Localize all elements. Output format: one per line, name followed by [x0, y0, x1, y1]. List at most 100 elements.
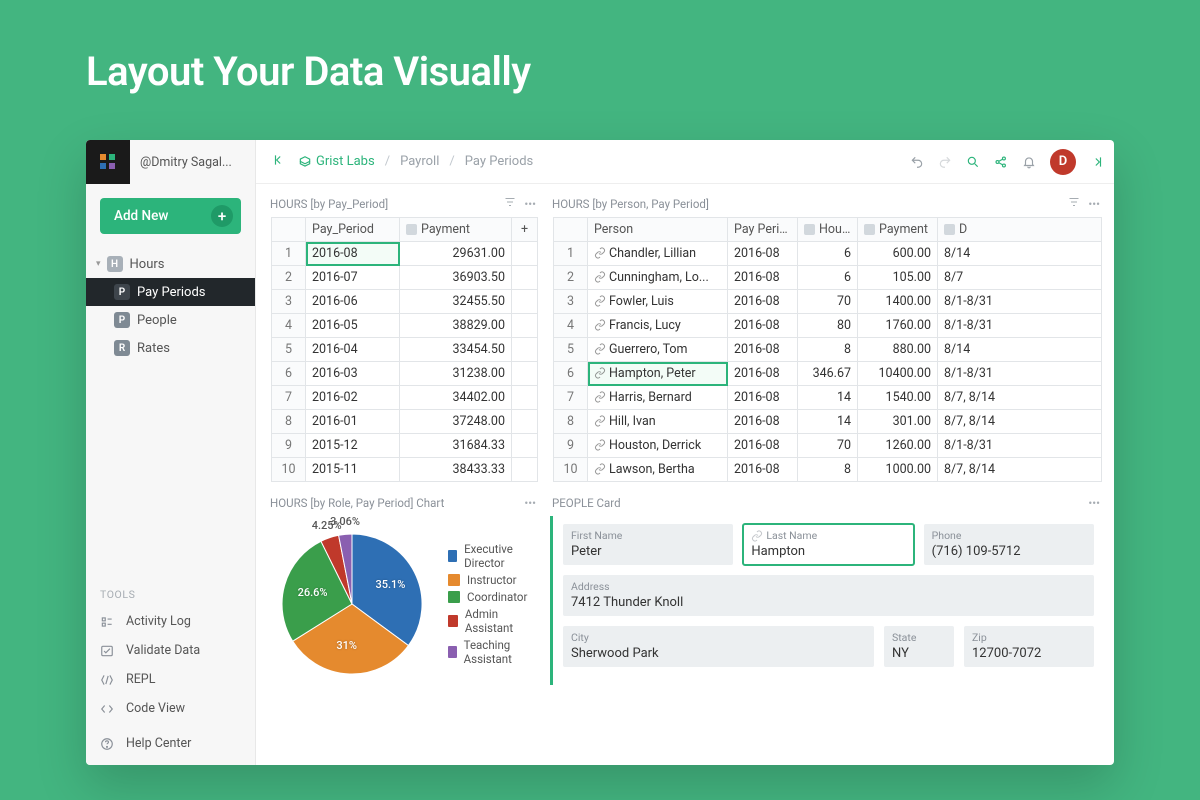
cell-payment[interactable]: 38433.33 [400, 458, 512, 482]
cell-hours[interactable]: 346.67 [798, 362, 858, 386]
cell-payment[interactable]: 1000.00 [858, 458, 938, 482]
cell-payment[interactable]: 1260.00 [858, 434, 938, 458]
table-row[interactable]: 82016-0137248.00 [272, 410, 538, 434]
cell-period[interactable]: 2016-05 [306, 314, 400, 338]
cell-hours[interactable]: 80 [798, 314, 858, 338]
cell-person[interactable]: Fowler, Luis [588, 290, 728, 314]
table-row[interactable]: 92015-1231684.33 [272, 434, 538, 458]
cell-hours[interactable]: 8 [798, 338, 858, 362]
cell-period[interactable]: 2016-06 [306, 290, 400, 314]
col-pay-period[interactable]: Pay_Period [306, 218, 400, 242]
cell-period[interactable]: 2016-08 [728, 434, 798, 458]
cell-period[interactable]: 2015-11 [306, 458, 400, 482]
cell-person[interactable]: Chandler, Lillian [588, 242, 728, 266]
cell-period[interactable]: 2016-08 [306, 242, 400, 266]
cell-dates[interactable]: 8/7, 8/14 [938, 386, 1102, 410]
cell-period[interactable]: 2016-08 [728, 362, 798, 386]
table-row[interactable]: 12016-0829631.00 [272, 242, 538, 266]
bell-icon[interactable] [1022, 155, 1036, 169]
cell-person[interactable]: Harris, Bernard [588, 386, 728, 410]
collapse-left-icon[interactable] [266, 149, 292, 175]
tool-validate-data[interactable]: Validate Data [86, 636, 255, 665]
cell-hours[interactable]: 6 [798, 242, 858, 266]
cell-payment[interactable]: 1540.00 [858, 386, 938, 410]
cell-payment[interactable]: 29631.00 [400, 242, 512, 266]
cell-period[interactable]: 2016-02 [306, 386, 400, 410]
field-address[interactable]: Address 7412 Thunder Knoll [563, 575, 1094, 616]
cell-payment[interactable]: 1760.00 [858, 314, 938, 338]
cell-dates[interactable]: 8/1-8/31 [938, 314, 1102, 338]
tool-activity-log[interactable]: Activity Log [86, 607, 255, 636]
breadcrumb-payperiods[interactable]: Pay Periods [465, 154, 534, 169]
filter-icon[interactable] [1068, 196, 1080, 211]
more-icon[interactable]: ••• [1088, 197, 1100, 211]
cell-dates[interactable]: 8/14 [938, 338, 1102, 362]
table-row[interactable]: 8Hill, Ivan2016-0814301.008/7, 8/14 [554, 410, 1102, 434]
cell-person[interactable]: Lawson, Bertha [588, 458, 728, 482]
table-row[interactable]: 62016-0331238.00 [272, 362, 538, 386]
cell-period[interactable]: 2016-08 [728, 458, 798, 482]
cell-dates[interactable]: 8/7, 8/14 [938, 410, 1102, 434]
cell-dates[interactable]: 8/7 [938, 266, 1102, 290]
table-row[interactable]: 22016-0736903.50 [272, 266, 538, 290]
app-logo[interactable] [86, 140, 130, 184]
table-row[interactable]: 72016-0234402.00 [272, 386, 538, 410]
field-zip[interactable]: Zip 12700-7072 [964, 626, 1094, 667]
table-row[interactable]: 42016-0538829.00 [272, 314, 538, 338]
sidebar-item-people[interactable]: PPeople [86, 306, 255, 334]
cell-period[interactable]: 2016-04 [306, 338, 400, 362]
cell-hours[interactable]: 14 [798, 410, 858, 434]
field-state[interactable]: State NY [884, 626, 954, 667]
add-new-button[interactable]: Add New + [100, 198, 241, 234]
cell-person[interactable]: Houston, Derrick [588, 434, 728, 458]
cell-period[interactable]: 2016-08 [728, 314, 798, 338]
table-row[interactable]: 7Harris, Bernard2016-08141540.008/7, 8/1… [554, 386, 1102, 410]
cell-hours[interactable]: 14 [798, 386, 858, 410]
user-name[interactable]: @Dmitry Sagal... [130, 155, 255, 170]
cell-payment[interactable]: 34402.00 [400, 386, 512, 410]
cell-hours[interactable]: 6 [798, 266, 858, 290]
table-row[interactable]: 6Hampton, Peter2016-08346.6710400.008/1-… [554, 362, 1102, 386]
cell-period[interactable]: 2016-07 [306, 266, 400, 290]
add-column-button[interactable]: + [512, 218, 538, 242]
cell-payment[interactable]: 31684.33 [400, 434, 512, 458]
help-center[interactable]: Help Center [86, 729, 255, 765]
cell-period[interactable]: 2016-08 [728, 266, 798, 290]
col-payment[interactable]: Payment [400, 218, 512, 242]
more-icon[interactable]: ••• [524, 496, 536, 510]
table-hours-by-person[interactable]: Person Pay Period Hours Payment D 1Chand… [553, 217, 1102, 482]
nav-parent-hours[interactable]: ▾ H Hours [86, 250, 255, 278]
share-icon[interactable] [994, 155, 1008, 169]
cell-payment[interactable]: 37248.00 [400, 410, 512, 434]
table-row[interactable]: 10Lawson, Bertha2016-0881000.008/7, 8/14 [554, 458, 1102, 482]
cell-payment[interactable]: 105.00 [858, 266, 938, 290]
cell-person[interactable]: Guerrero, Tom [588, 338, 728, 362]
table-row[interactable]: 3Fowler, Luis2016-08701400.008/1-8/31 [554, 290, 1102, 314]
cell-payment[interactable]: 301.00 [858, 410, 938, 434]
cell-period[interactable]: 2016-08 [728, 242, 798, 266]
col-pay-period[interactable]: Pay Period [728, 218, 798, 242]
col-dates[interactable]: D [938, 218, 1102, 242]
cell-payment[interactable]: 36903.50 [400, 266, 512, 290]
more-icon[interactable]: ••• [1088, 496, 1100, 510]
cell-payment[interactable]: 31238.00 [400, 362, 512, 386]
cell-payment[interactable]: 600.00 [858, 242, 938, 266]
sidebar-item-rates[interactable]: RRates [86, 334, 255, 362]
table-row[interactable]: 2Cunningham, Lo...2016-086105.008/7 [554, 266, 1102, 290]
cell-person[interactable]: Cunningham, Lo... [588, 266, 728, 290]
undo-icon[interactable] [910, 155, 924, 169]
cell-dates[interactable]: 8/1-8/31 [938, 290, 1102, 314]
avatar[interactable]: D [1050, 149, 1076, 175]
cell-person[interactable]: Francis, Lucy [588, 314, 728, 338]
cell-period[interactable]: 2016-01 [306, 410, 400, 434]
collapse-right-icon[interactable] [1090, 155, 1104, 169]
table-row[interactable]: 52016-0433454.50 [272, 338, 538, 362]
cell-period[interactable]: 2016-08 [728, 338, 798, 362]
table-hours-by-period[interactable]: Pay_Period Payment + 12016-0829631.00220… [271, 217, 538, 482]
tool-repl[interactable]: REPL [86, 665, 255, 694]
field-phone[interactable]: Phone (716) 109-5712 [924, 524, 1094, 565]
table-row[interactable]: 5Guerrero, Tom2016-088880.008/14 [554, 338, 1102, 362]
cell-payment[interactable]: 1400.00 [858, 290, 938, 314]
cell-person[interactable]: Hampton, Peter [588, 362, 728, 386]
col-hours[interactable]: Hours [798, 218, 858, 242]
